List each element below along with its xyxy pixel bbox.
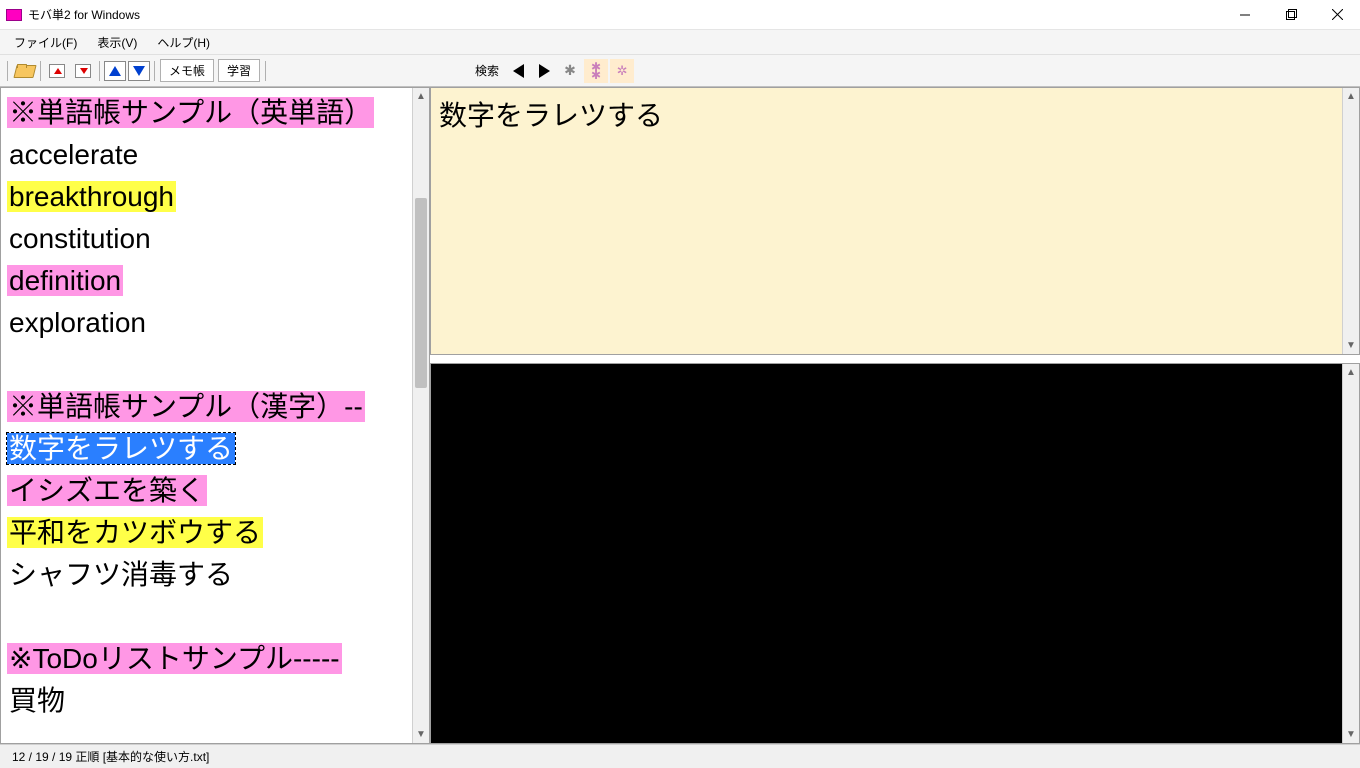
menu-help[interactable]: ヘルプ(H) <box>147 31 220 54</box>
list-item-text: constitution <box>7 223 153 254</box>
list-item[interactable]: 数字をラレツする <box>7 428 411 470</box>
status-bar: 12 / 19 / 19 正順 [基本的な使い方.txt] <box>0 744 1360 768</box>
list-item[interactable]: 買物 <box>7 680 411 722</box>
list-item[interactable]: breakthrough <box>7 176 411 218</box>
nav-down-button[interactable] <box>128 61 150 81</box>
detail-bottom-scrollbar[interactable]: ▲ ▼ <box>1342 364 1359 743</box>
next-button[interactable] <box>532 59 556 83</box>
list-item[interactable]: constitution <box>7 218 411 260</box>
title-bar: モバ単2 for Windows <box>0 0 1360 30</box>
detail-area: 数字をラレツする ▲ ▼ ▲ ▼ <box>430 87 1360 744</box>
list-item[interactable]: ※単語帳サンプル（漢字）-- <box>7 386 411 428</box>
scroll-up-icon[interactable]: ▲ <box>413 88 429 105</box>
word-list-scrollbar[interactable]: ▲ ▼ <box>412 88 429 743</box>
toolbar-separator <box>265 61 266 81</box>
status-text: 12 / 19 / 19 正順 [基本的な使い方.txt] <box>12 748 209 765</box>
burst-double-icon: ✱✱ <box>591 63 601 79</box>
list-item-text: 数字をラレツする <box>7 433 235 464</box>
list-item[interactable]: 平和をカツボウする <box>7 512 411 554</box>
marker-down-button[interactable] <box>71 59 95 83</box>
triangle-left-icon <box>513 64 524 78</box>
triangle-down-icon <box>133 66 145 76</box>
close-icon <box>1332 9 1343 20</box>
menu-file[interactable]: ファイル(F) <box>4 31 87 54</box>
list-item[interactable]: シャフツ消毒する <box>7 554 411 596</box>
menu-bar: ファイル(F) 表示(V) ヘルプ(H) <box>0 30 1360 55</box>
menu-view[interactable]: 表示(V) <box>87 31 147 54</box>
mark-b-button[interactable]: ✱✱ <box>584 59 608 83</box>
list-item <box>7 344 411 386</box>
scroll-thumb[interactable] <box>415 198 427 388</box>
scroll-up-icon[interactable]: ▲ <box>1343 364 1359 381</box>
toolbar-separator <box>7 61 8 81</box>
maximize-icon <box>1286 9 1297 20</box>
toolbar-separator <box>154 61 155 81</box>
list-item-text: シャフツ消毒する <box>7 559 235 590</box>
list-item-text: 平和をカツボウする <box>7 517 263 548</box>
detail-text[interactable]: 数字をラレツする <box>431 88 1342 354</box>
list-item[interactable]: ※単語帳サンプル（英単語） <box>7 92 411 134</box>
list-item-text: accelerate <box>7 139 140 170</box>
toolbar: メモ帳 学習 検索 ✱ ✱✱ ✲ <box>0 55 1360 87</box>
burst-dot-icon: ✲ <box>617 63 628 79</box>
marker-up-icon <box>49 64 65 78</box>
prev-button[interactable] <box>506 59 530 83</box>
open-button[interactable] <box>12 59 36 83</box>
scroll-down-icon[interactable]: ▼ <box>1343 726 1359 743</box>
scroll-down-icon[interactable]: ▼ <box>413 726 429 743</box>
study-button[interactable]: 学習 <box>218 59 260 82</box>
list-item-text: exploration <box>7 307 148 338</box>
word-list-pane: ※単語帳サンプル（英単語） accelerate breakthrough const… <box>0 87 430 744</box>
scroll-up-icon[interactable]: ▲ <box>1343 88 1359 105</box>
scroll-down-icon[interactable]: ▼ <box>1343 337 1359 354</box>
folder-open-icon <box>15 64 33 78</box>
list-item-text: ※ToDoリストサンプル----- <box>7 643 342 674</box>
list-item <box>7 596 411 638</box>
triangle-right-icon <box>539 64 550 78</box>
toolbar-separator <box>40 61 41 81</box>
list-item[interactable]: definition <box>7 260 411 302</box>
list-item[interactable]: accelerate <box>7 134 411 176</box>
list-item[interactable]: exploration <box>7 302 411 344</box>
triangle-up-icon <box>109 66 121 76</box>
list-item[interactable]: ※ToDoリストサンプル----- <box>7 638 411 680</box>
list-item-text: definition <box>7 265 123 296</box>
list-item-text: ※単語帳サンプル（漢字）-- <box>7 391 365 422</box>
detail-top-pane: 数字をラレツする ▲ ▼ <box>430 87 1360 355</box>
close-button[interactable] <box>1314 0 1360 30</box>
detail-bottom-pane: ▲ ▼ <box>430 363 1360 744</box>
minimize-icon <box>1240 10 1250 20</box>
search-label[interactable]: 検索 <box>469 62 505 79</box>
word-list[interactable]: ※単語帳サンプル（英単語） accelerate breakthrough const… <box>1 88 411 743</box>
list-item-text: 買物 <box>7 685 67 716</box>
window-title: モバ単2 for Windows <box>28 6 140 23</box>
marker-down-icon <box>75 64 91 78</box>
main-area: ※単語帳サンプル（英単語） accelerate breakthrough const… <box>0 87 1360 744</box>
nav-up-button[interactable] <box>104 61 126 81</box>
mark-c-button[interactable]: ✲ <box>610 59 634 83</box>
list-item[interactable]: イシズエを築く <box>7 470 411 512</box>
maximize-button[interactable] <box>1268 0 1314 30</box>
burst-icon: ✱ <box>564 62 576 79</box>
list-item-text: イシズエを築く <box>7 475 207 506</box>
minimize-button[interactable] <box>1222 0 1268 30</box>
memo-button[interactable]: メモ帳 <box>160 59 214 82</box>
marker-up-button[interactable] <box>45 59 69 83</box>
app-icon <box>6 9 22 21</box>
detail-top-scrollbar[interactable]: ▲ ▼ <box>1342 88 1359 354</box>
toolbar-separator <box>99 61 100 81</box>
list-item-text: breakthrough <box>7 181 176 212</box>
mark-a-button[interactable]: ✱ <box>558 59 582 83</box>
list-item-text: ※単語帳サンプル（英単語） <box>7 97 374 128</box>
